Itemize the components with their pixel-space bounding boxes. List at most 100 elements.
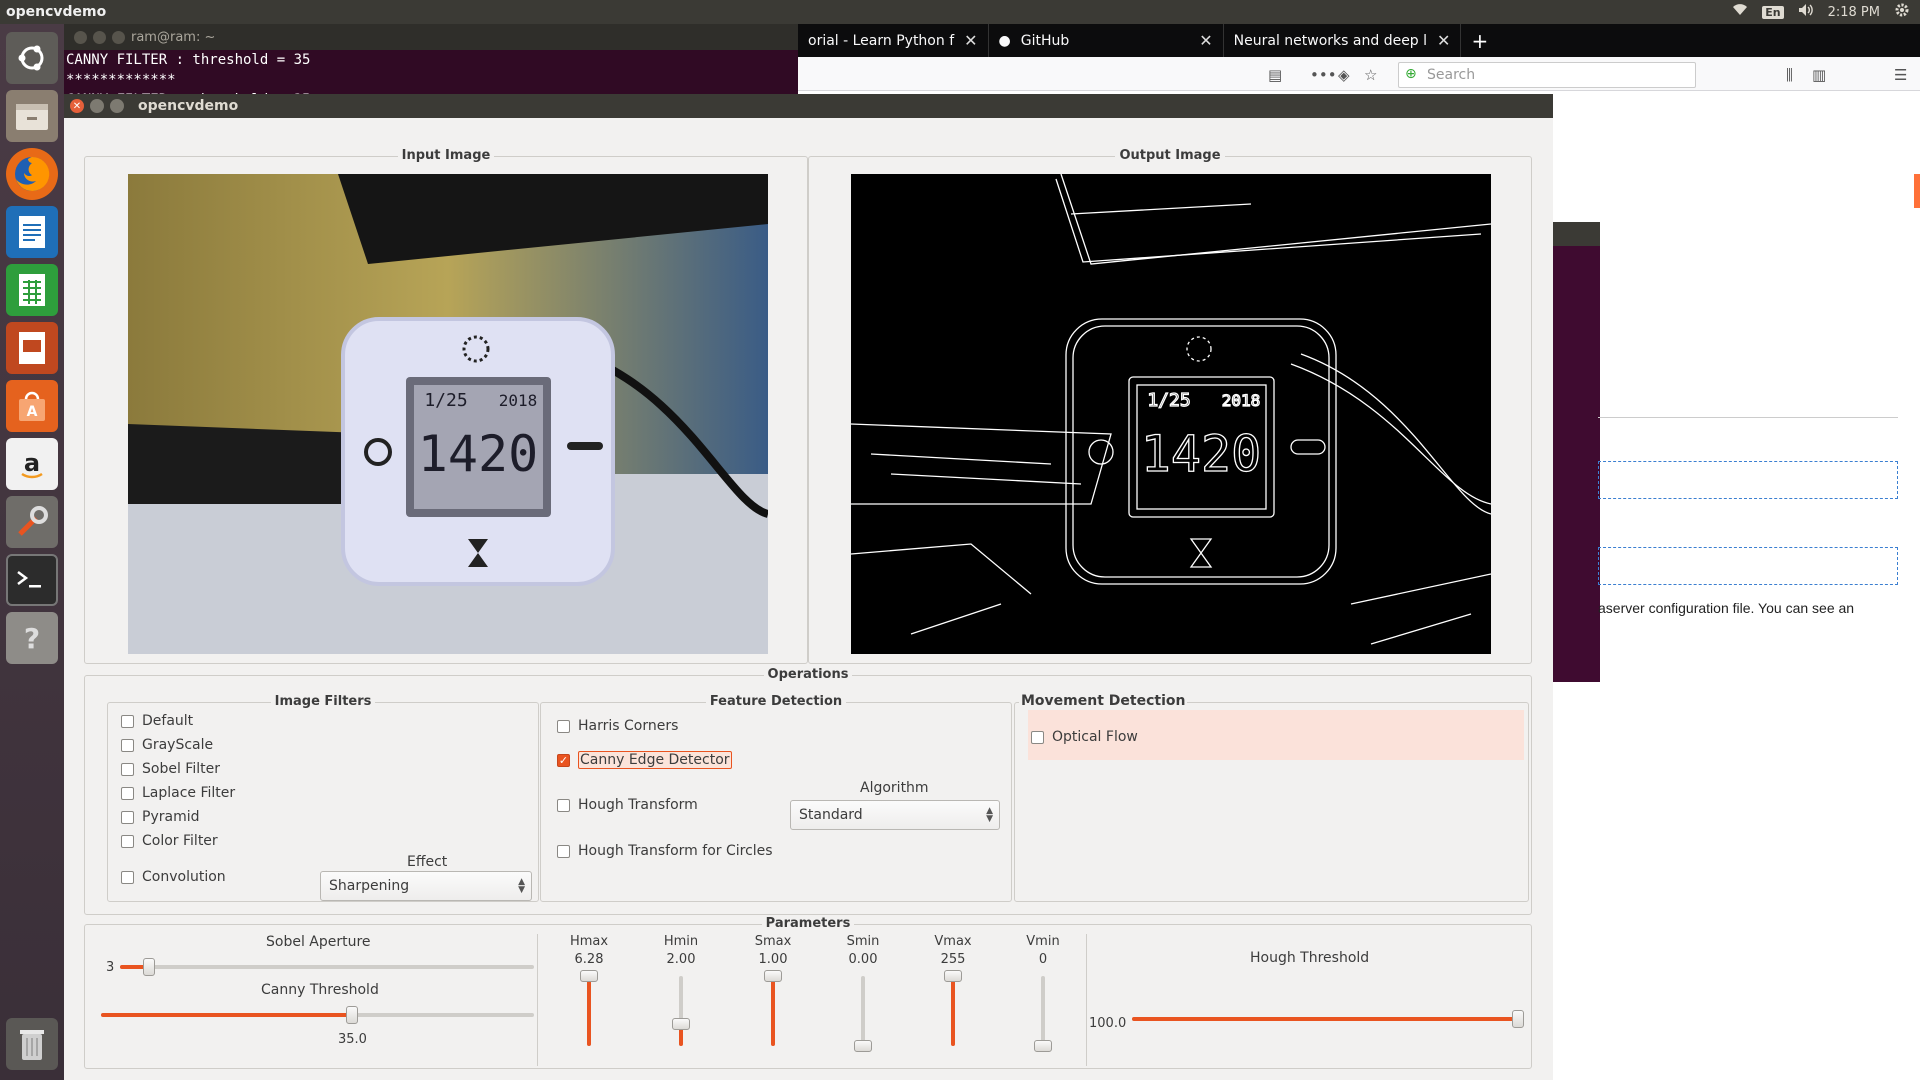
top-panel: opencvdemo En 2:18 PM [0,0,1920,24]
sobel-aperture-slider[interactable] [120,958,534,976]
minimize-window-button[interactable] [90,99,104,113]
hough-circles-checkbox[interactable]: Hough Transform for Circles [557,843,773,859]
clock-time-text: 1420 [418,425,538,483]
checkbox-label: GrayScale [142,737,214,753]
wifi-icon[interactable] [1732,4,1748,20]
ubuntu-dash-icon[interactable] [6,32,58,84]
checkbox-box[interactable] [121,786,134,800]
slider-handle[interactable] [142,958,155,976]
checkbox-box[interactable] [557,844,570,858]
hsv-slider[interactable] [764,970,782,1046]
harris-corners-checkbox[interactable]: Harris Corners [557,718,678,734]
output-clock-date-text: 1/25 [1147,390,1190,411]
active-app-title: opencvdemo [6,4,107,20]
hsv-slider[interactable] [854,976,872,1052]
close-tab-icon[interactable]: ✕ [964,31,977,50]
close-window-button[interactable]: ✕ [70,99,84,113]
hough-threshold-slider[interactable] [1132,1010,1524,1028]
browser-search-input[interactable]: ⊕ Search [1398,62,1696,88]
trash-icon[interactable] [6,1018,58,1070]
select-arrows-icon: ▲ ▼ [986,806,993,824]
terminal-window[interactable]: ram@ram: ~ CANNY FILTER : threshold = 35… [64,24,798,108]
terminal-minimize-button[interactable] [93,30,106,44]
hsv-slider[interactable] [672,976,690,1046]
sidebar-icon[interactable]: ▥ [1812,66,1826,84]
hsv-slider[interactable] [1034,976,1052,1052]
checkbox-box[interactable] [1031,730,1044,744]
sobel-filter-checkbox[interactable]: Sobel Filter [121,761,220,777]
hough-transform-checkbox[interactable]: Hough Transform [557,797,698,813]
browser-tab[interactable]: orial - Learn Python f ✕ [798,24,989,57]
terminal-icon[interactable] [6,554,58,606]
checkbox-box[interactable] [557,798,570,812]
gear-icon[interactable] [1894,2,1910,22]
checkbox-box[interactable] [121,738,134,752]
writer-icon[interactable] [6,206,58,258]
optical-flow-checkbox[interactable]: Optical Flow [1031,729,1138,745]
window-titlebar[interactable]: ✕ opencvdemo [64,94,1553,118]
pyramid-checkbox[interactable]: Pyramid [121,809,199,825]
keyboard-layout-indicator[interactable]: En [1762,5,1784,19]
dashed-input-box[interactable] [1598,461,1898,499]
bookmark-star-icon[interactable]: ☆ [1364,66,1377,84]
slider-handle[interactable] [346,1006,359,1024]
browser-tab[interactable]: ● GitHub ✕ [989,24,1224,57]
terminal-close-button[interactable] [74,30,87,44]
hsv-slider[interactable] [944,970,962,1046]
slider-handle[interactable] [1512,1010,1524,1028]
impress-icon[interactable] [6,322,58,374]
checkbox-box[interactable] [121,762,134,776]
algorithm-label: Algorithm [860,780,929,796]
checkbox-box[interactable] [121,810,134,824]
algorithm-select[interactable]: Standard ▲ ▼ [790,800,1000,830]
close-tab-icon[interactable]: ✕ [1199,31,1212,50]
close-tab-icon[interactable]: ✕ [1437,31,1450,50]
checkbox-label: Pyramid [142,809,200,825]
clock[interactable]: 2:18 PM [1828,5,1880,20]
amazon-icon[interactable]: a [6,438,58,490]
system-settings-icon[interactable] [6,496,58,548]
slider-handle[interactable] [1034,1040,1052,1052]
input-image-title: Input Image [397,148,495,163]
maximize-window-button[interactable] [110,99,124,113]
hough-threshold-label: Hough Threshold [1250,950,1370,966]
dashed-input-box[interactable] [1598,547,1898,585]
grayscale-checkbox[interactable]: GrayScale [121,737,213,753]
checkbox-box[interactable] [121,714,134,728]
menu-icon[interactable]: ☰ [1894,66,1907,84]
laplace-filter-checkbox[interactable]: Laplace Filter [121,785,235,801]
convolution-checkbox[interactable]: Convolution [121,869,226,885]
files-icon[interactable] [6,90,58,142]
slider-handle[interactable] [854,1040,872,1052]
terminal-titlebar[interactable]: ram@ram: ~ [64,24,798,50]
help-icon[interactable]: ? [6,612,58,664]
volume-icon[interactable] [1798,3,1814,21]
slider-handle[interactable] [672,1017,690,1030]
slider-fill [101,1013,353,1017]
checkbox-box[interactable] [121,870,134,884]
checkbox-label: Convolution [142,869,226,885]
checkbox-checked-icon[interactable]: ✓ [557,753,570,767]
color-filter-checkbox[interactable]: Color Filter [121,833,218,849]
canny-edge-detector-checkbox[interactable]: ✓ Canny Edge Detector [557,751,732,769]
terminal-maximize-button[interactable] [112,30,125,44]
more-actions-icon[interactable]: ••• [1310,66,1337,84]
browser-tab[interactable]: Neural networks and deep l ✕ [1224,24,1462,57]
pocket-icon[interactable]: ◈ [1338,66,1350,84]
default-checkbox[interactable]: Default [121,713,193,729]
slider-handle[interactable] [764,970,782,982]
slider-handle[interactable] [580,970,598,982]
reader-view-icon[interactable]: ▤ [1268,66,1282,84]
canny-threshold-slider[interactable] [101,1006,534,1024]
software-center-icon[interactable]: A [6,380,58,432]
checkbox-box[interactable] [557,719,570,733]
checkbox-box[interactable] [121,834,134,848]
new-tab-button[interactable]: + [1461,24,1498,57]
library-icon[interactable]: ⫼ [1786,66,1793,84]
firefox-icon[interactable] [6,148,58,200]
slider-handle[interactable] [944,970,962,982]
calc-icon[interactable] [6,264,58,316]
hsv-slider-value: 0 [1038,952,1048,967]
hsv-slider[interactable] [580,970,598,1046]
effect-select[interactable]: Sharpening ▲ ▼ [320,871,532,901]
